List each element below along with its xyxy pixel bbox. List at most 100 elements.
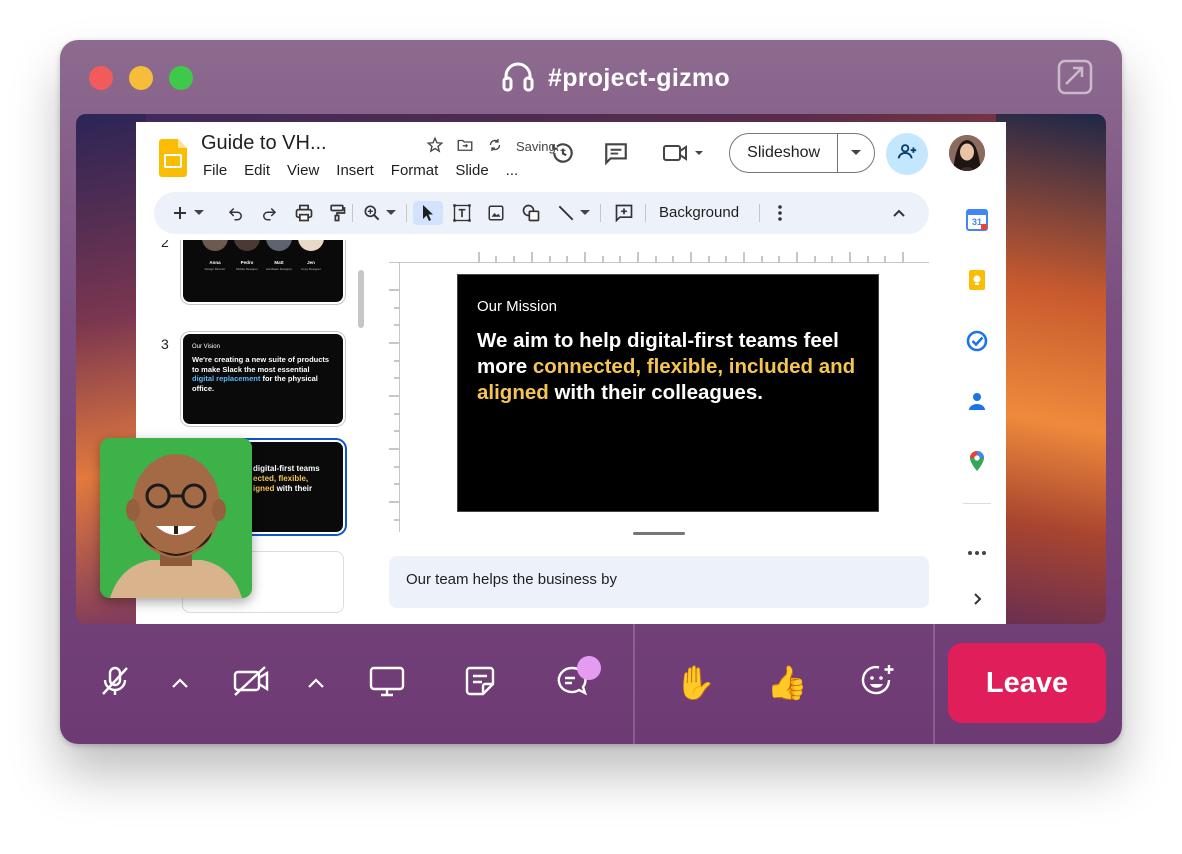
add-comment-icon[interactable] [612,201,636,225]
image-icon[interactable] [484,201,508,225]
text-box-icon[interactable] [450,201,474,225]
zoom-icon[interactable] [360,201,384,225]
huddle-controls: ✋ 👍 Leave [60,624,1122,744]
team-member-name: Jen [307,260,315,265]
select-tool-icon[interactable] [413,201,443,225]
team-member-name: Matt [274,260,284,265]
menu-edit[interactable]: Edit [244,162,270,179]
toolbar-divider [352,204,353,222]
thumbs-up-button[interactable]: 👍 [766,664,807,702]
slideshow-button[interactable]: Slideshow [729,133,875,173]
toolbar-divider [645,204,646,222]
team-member-name: Pedro [240,260,254,265]
new-slide-chevron-icon[interactable] [192,201,206,225]
add-emoji-icon [859,662,897,705]
leave-button[interactable]: Leave [948,643,1106,723]
menu-insert[interactable]: Insert [336,162,374,179]
keep-icon[interactable] [966,269,988,291]
zoom-window-button[interactable] [169,66,193,90]
participant-portrait [100,438,252,598]
thumbnail-caption: Our Vision [192,344,220,350]
menu-file[interactable]: File [203,162,227,179]
speaker-notes[interactable]: Our team helps the business by [389,556,929,608]
close-window-button[interactable] [89,66,113,90]
popout-icon[interactable] [1056,58,1094,96]
note-icon [463,664,497,703]
more-options-icon[interactable] [768,201,792,225]
comments-icon[interactable] [603,140,629,166]
slide-number: 2 [161,240,169,250]
contacts-icon[interactable] [966,390,988,412]
avatar[interactable] [949,135,985,171]
menu-slide[interactable]: Slide [455,162,488,179]
shape-icon[interactable] [519,201,543,225]
slide-thumbnail-3[interactable]: Our Vision We're creating a new suite of… [183,334,343,424]
redo-icon[interactable] [257,201,281,225]
paint-format-icon[interactable] [325,201,349,225]
filmstrip-scrollbar[interactable] [358,270,364,328]
add-reaction-button[interactable] [859,664,897,702]
raise-hand-button[interactable]: ✋ [674,664,715,702]
notification-badge [577,656,601,680]
zoom-chevron-icon[interactable] [384,201,398,225]
chevron-down-icon[interactable] [838,149,874,157]
chevron-up-icon[interactable] [887,201,911,225]
new-slide-icon[interactable] [168,201,192,225]
mic-options-chevron-icon[interactable] [169,672,191,694]
avatar [298,240,324,251]
side-divider [963,503,991,504]
thumbnail-text-b: with their [274,484,313,493]
speaker-notes-text: Our team helps the business by [406,571,617,588]
slide-caption: Our Mission [477,298,558,315]
video-options-chevron-icon[interactable] [305,672,327,694]
slide-thumbnail-2[interactable]: Anna Pedro Matt Jen Design Director Mobi… [183,240,343,302]
share-screen-button[interactable] [368,664,406,702]
menu-view[interactable]: View [287,162,319,179]
tasks-icon[interactable] [966,330,988,352]
meet-icon[interactable] [661,140,707,166]
version-history-icon[interactable] [550,140,576,166]
video-off-button[interactable] [232,664,270,702]
vertical-ruler [389,262,400,532]
calendar-icon[interactable]: 31 [966,209,988,231]
more-apps-icon[interactable] [966,545,988,555]
avatar [202,240,228,251]
undo-icon[interactable] [224,201,248,225]
controls-divider [933,624,935,744]
notes-resize-handle[interactable] [633,532,685,535]
move-folder-icon[interactable] [456,136,474,157]
monitor-icon [369,664,405,703]
print-icon[interactable] [292,201,316,225]
menu-format[interactable]: Format [391,162,439,179]
slide-canvas[interactable]: Our Mission We aim to help digital-first… [457,274,879,512]
mute-mic-button[interactable] [96,664,134,702]
slides-logo-icon [159,139,187,177]
slides-toolbar: Background [154,192,929,234]
menu-more[interactable]: ... [506,162,519,179]
background-button[interactable]: Background [659,204,739,221]
google-slides-window: Guide to VH... File Edit View Insert For… [136,122,1006,624]
title-bar: #project-gizmo [60,40,1122,114]
maps-icon[interactable] [966,450,988,472]
controls-divider [633,624,635,744]
doc-status: Saving... [426,136,567,157]
thumbnail-text: We're creating a new suite of products t… [192,355,332,393]
line-chevron-icon[interactable] [578,201,592,225]
huddle-window: #project-gizmo Guide to VH... File Edit … [60,40,1122,744]
huddle-title: #project-gizmo [500,60,730,96]
participant-video[interactable] [100,438,252,598]
team-member-role: Mobile Designer [236,267,258,271]
toolbar-divider [759,204,760,222]
video-off-icon [232,664,270,703]
headphones-icon [500,58,536,99]
share-button[interactable] [886,133,928,175]
notes-button[interactable] [461,664,499,702]
avatar [234,240,260,251]
minimize-window-button[interactable] [129,66,153,90]
thumbnail-highlight: igned [253,484,275,493]
star-icon[interactable] [426,136,444,157]
horizontal-ruler [389,248,929,263]
document-title[interactable]: Guide to VH... [201,132,327,155]
expand-panel-icon[interactable] [966,588,988,610]
line-icon[interactable] [554,201,578,225]
